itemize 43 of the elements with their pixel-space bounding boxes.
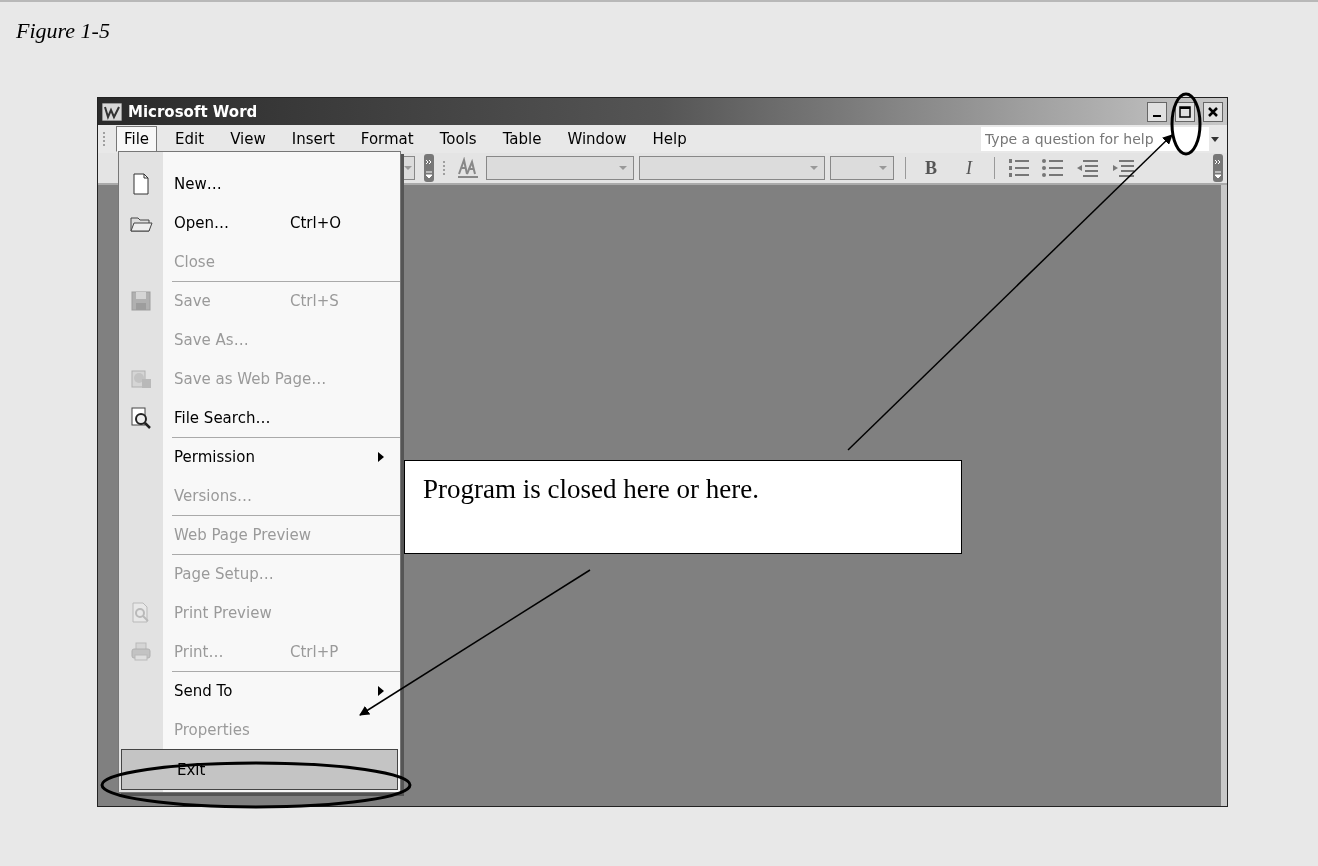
dropdown-caret-icon[interactable] (1211, 136, 1219, 142)
bulleted-list-icon[interactable] (1041, 157, 1063, 179)
menu-item[interactable]: Window (559, 126, 635, 152)
app-logo-icon (102, 102, 122, 121)
toolbar-options-icon[interactable] (424, 154, 434, 182)
menu-item[interactable]: File (116, 126, 158, 152)
maximize-button[interactable] (1175, 101, 1195, 122)
window-title: Microsoft Word (128, 102, 258, 121)
toolbar-options-icon[interactable] (1213, 154, 1223, 182)
figure-caption: Figure 1-5 (16, 18, 110, 44)
file-search-icon (128, 405, 153, 430)
menu-item[interactable]: File Search… (119, 398, 400, 437)
maximize-icon (1179, 105, 1191, 118)
callout-text: Program is closed here or here. (404, 460, 962, 554)
menu-item[interactable]: New… (119, 164, 400, 203)
menu-item[interactable]: Edit (167, 126, 213, 152)
menu-item[interactable]: Tools (431, 126, 485, 152)
close-button[interactable] (1203, 101, 1223, 122)
grip-handle-icon[interactable] (442, 159, 446, 177)
combo-box[interactable] (486, 156, 634, 180)
menu-item[interactable]: Send To (119, 671, 400, 710)
menu-item[interactable]: Format (352, 126, 422, 152)
menu-item[interactable]: Help (644, 126, 695, 152)
styles-icon[interactable] (456, 157, 480, 179)
menu-item[interactable]: Permission (119, 437, 400, 476)
menu-item[interactable]: Table (494, 126, 550, 152)
menu-item[interactable]: View (222, 126, 274, 152)
increase-indent-icon[interactable] (1111, 157, 1135, 179)
decrease-indent-icon[interactable] (1075, 157, 1099, 179)
numbered-list-icon[interactable] (1007, 157, 1029, 179)
minimize-button[interactable] (1147, 101, 1167, 122)
combo-box[interactable] (639, 156, 825, 180)
bold-button[interactable]: B (916, 157, 946, 179)
menu-item[interactable]: Open… Ctrl+O (119, 203, 400, 242)
help-search-field[interactable]: Type a question for help (981, 127, 1209, 151)
highlight-ellipse (1170, 92, 1202, 156)
grip-handle-icon[interactable] (102, 130, 106, 148)
italic-button[interactable]: I (954, 157, 984, 179)
combo-box[interactable] (830, 156, 894, 180)
close-icon (1207, 105, 1219, 118)
printer-icon (128, 639, 153, 664)
menu-item[interactable]: Insert (283, 126, 343, 152)
minimize-icon (1153, 114, 1161, 117)
